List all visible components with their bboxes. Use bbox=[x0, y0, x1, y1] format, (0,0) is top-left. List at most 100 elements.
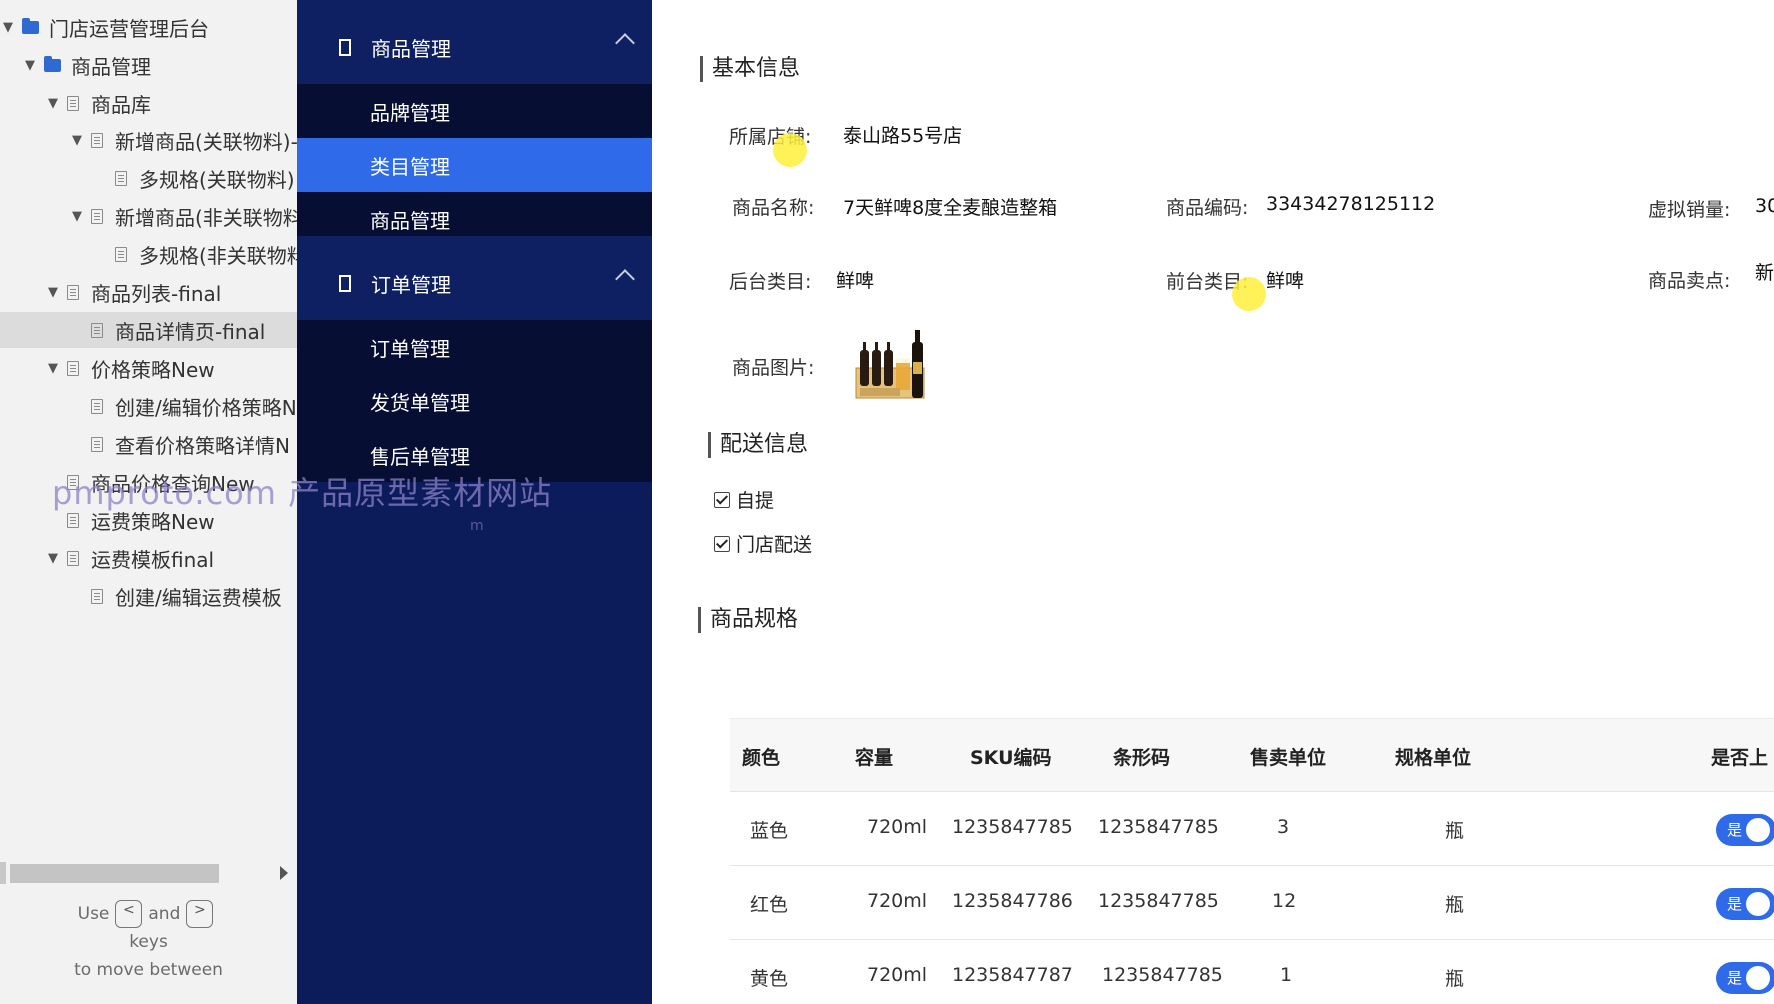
tree-item-goods-library[interactable]: ▼ 商品库 bbox=[0, 85, 297, 121]
tree-item-view-price-strategy[interactable]: 查看价格策略详情N bbox=[0, 426, 297, 462]
side-nav-menu: 商品管理 品牌管理 类目管理 商品管理 订单管理 订单管理 发货单管理 售后单管… bbox=[297, 0, 652, 1004]
tree-item-price-strategy[interactable]: ▼ 价格策略New bbox=[0, 350, 297, 386]
checkbox-checked-icon[interactable] bbox=[714, 535, 730, 552]
nav-item-label: 类目管理 bbox=[370, 154, 450, 179]
tree-item-label: 商品库 bbox=[91, 92, 151, 117]
backend-category-label: 后台类目: bbox=[729, 271, 812, 293]
chevron-up-icon[interactable] bbox=[615, 269, 635, 289]
hint-and: and bbox=[148, 904, 181, 924]
nav-item-aftersale[interactable]: 售后单管理 bbox=[297, 428, 652, 482]
pickup-option[interactable]: 自提 bbox=[714, 486, 774, 513]
page-icon bbox=[67, 284, 79, 300]
cell-sale-unit: 1 bbox=[1280, 964, 1293, 986]
tree-item-label: 多规格(关联物料) bbox=[139, 167, 295, 192]
tree-item-multi-spec-linked[interactable]: 多规格(关联物料) bbox=[0, 160, 297, 196]
on-shelf-toggle[interactable]: 是 bbox=[1716, 962, 1774, 994]
tree-item-goods-detail-final[interactable]: 商品详情页-final bbox=[0, 312, 297, 348]
expand-triangle-icon[interactable]: ▼ bbox=[69, 209, 85, 224]
store-delivery-label: 门店配送 bbox=[736, 534, 813, 556]
nav-item-label: 商品管理 bbox=[370, 208, 450, 233]
nav-item-category[interactable]: 类目管理 bbox=[297, 138, 652, 192]
tree-item-label: 商品详情页-final bbox=[115, 319, 266, 344]
tree-item-label: 商品管理 bbox=[71, 54, 151, 79]
keyboard-hint: Use < and > keys to move between bbox=[0, 900, 297, 984]
horizontal-scrollbar[interactable] bbox=[0, 862, 297, 884]
col-barcode: 条形码 bbox=[1113, 747, 1171, 769]
tree-item-root[interactable]: ▼ 门店运营管理后台 bbox=[0, 9, 297, 45]
nav-group-orders[interactable]: 订单管理 bbox=[297, 236, 652, 330]
expand-triangle-icon[interactable]: ▼ bbox=[45, 96, 61, 111]
cell-color: 蓝色 bbox=[750, 820, 789, 842]
on-shelf-toggle[interactable]: 是 bbox=[1716, 814, 1774, 846]
tree-item-add-goods-linked[interactable]: ▼ 新增商品(关联物料)- bbox=[0, 122, 297, 158]
expand-triangle-icon[interactable]: ▼ bbox=[45, 551, 61, 566]
virtual-sales-label: 虚拟销量: bbox=[1648, 199, 1731, 221]
cell-barcode: 1235847785 bbox=[1098, 890, 1219, 912]
expand-triangle-icon[interactable]: ▼ bbox=[45, 285, 61, 300]
beer-case-image[interactable] bbox=[854, 328, 934, 402]
menu-square-icon bbox=[339, 274, 351, 292]
checkbox-checked-icon[interactable] bbox=[714, 491, 730, 508]
expand-triangle-icon[interactable]: ▼ bbox=[45, 361, 61, 376]
scrollbar-thumb[interactable] bbox=[10, 864, 219, 883]
page-icon bbox=[67, 95, 79, 111]
tree-item-add-goods-unlinked[interactable]: ▼ 新增商品(非关联物料 bbox=[0, 198, 297, 234]
page-icon bbox=[91, 322, 103, 338]
nav-item-brand[interactable]: 品牌管理 bbox=[297, 84, 652, 138]
tree-item-goods-mgmt[interactable]: ▼ 商品管理 bbox=[0, 47, 297, 83]
nav-item-shipments[interactable]: 发货单管理 bbox=[297, 374, 652, 428]
cell-capacity: 720ml bbox=[867, 890, 928, 912]
col-capacity: 容量 bbox=[855, 747, 894, 769]
expand-triangle-icon[interactable]: ▼ bbox=[69, 133, 85, 148]
cell-sale-unit: 3 bbox=[1277, 816, 1290, 838]
store-delivery-option[interactable]: 门店配送 bbox=[714, 530, 812, 557]
tree-item-label: 运费策略New bbox=[91, 509, 215, 534]
tree-item-label: 价格策略New bbox=[91, 357, 215, 382]
tree-item-edit-shipping-template[interactable]: 创建/编辑运费模板 bbox=[0, 578, 297, 614]
col-color: 颜色 bbox=[742, 747, 781, 769]
tree-item-label: 创建/编辑运费模板 bbox=[115, 585, 282, 610]
section-title-spec: 商品规格 bbox=[698, 607, 798, 633]
table-row: 黄色 720ml 1235847787 1235847785 1 瓶 是 bbox=[730, 940, 1774, 1004]
cell-spec-unit: 瓶 bbox=[1445, 820, 1465, 842]
table-row: 红色 720ml 1235847786 1235847785 12 瓶 是 bbox=[730, 866, 1774, 940]
nav-group-goods[interactable]: 商品管理 bbox=[297, 0, 652, 94]
section-title-delivery: 配送信息 bbox=[708, 432, 808, 458]
tree-item-multi-spec-unlinked[interactable]: 多规格(非关联物料 bbox=[0, 236, 297, 272]
page-icon bbox=[67, 550, 79, 566]
section-title-basic: 基本信息 bbox=[700, 56, 800, 82]
chevron-up-icon[interactable] bbox=[615, 33, 635, 53]
goods-image-label: 商品图片: bbox=[732, 357, 815, 379]
tree-item-label: 门店运营管理后台 bbox=[49, 16, 209, 41]
tree-item-shipping-strategy[interactable]: 运费策略New bbox=[0, 502, 297, 538]
table-row: 蓝色 720ml 1235847785 1235847785 3 瓶 是 bbox=[730, 792, 1774, 866]
expand-triangle-icon[interactable]: ▼ bbox=[22, 58, 38, 73]
expand-triangle-icon[interactable]: ▼ bbox=[0, 20, 16, 35]
goods-code-label: 商品编码: bbox=[1166, 197, 1249, 219]
cell-sku: 1235847787 bbox=[952, 964, 1073, 986]
tree-item-label: 查看价格策略详情N bbox=[115, 433, 290, 458]
tree-item-label: 新增商品(关联物料)- bbox=[115, 129, 297, 154]
scroll-right-arrow-icon[interactable] bbox=[280, 866, 288, 880]
scrollbar-left-edge bbox=[0, 862, 6, 884]
folder-icon bbox=[22, 17, 39, 34]
on-shelf-toggle[interactable]: 是 bbox=[1716, 888, 1774, 920]
tree-item-price-query[interactable]: 商品价格查询New bbox=[0, 464, 297, 500]
hint-keys: keys bbox=[129, 932, 168, 952]
goods-detail-panel: 基本信息 所属店铺: 泰山路55号店 商品名称: 7天鲜啤8度全麦酿造整箱 商品… bbox=[652, 0, 1774, 1004]
cell-color: 红色 bbox=[750, 894, 789, 916]
page-icon bbox=[67, 512, 79, 528]
nav-item-label: 品牌管理 bbox=[370, 100, 450, 125]
page-icon bbox=[91, 436, 103, 452]
nav-item-orders[interactable]: 订单管理 bbox=[297, 320, 652, 374]
selling-point-value: 新 bbox=[1755, 262, 1774, 284]
tree-item-goods-list-final[interactable]: ▼ 商品列表-final bbox=[0, 274, 297, 310]
tree-item-shipping-template[interactable]: ▼ 运费模板final bbox=[0, 540, 297, 576]
nav-group-label: 订单管理 bbox=[371, 272, 451, 297]
page-icon bbox=[91, 588, 103, 604]
cell-spec-unit: 瓶 bbox=[1445, 968, 1465, 990]
tree-item-label: 多规格(非关联物料 bbox=[139, 243, 297, 268]
tree-item-edit-price-strategy[interactable]: 创建/编辑价格策略N bbox=[0, 388, 297, 424]
nav-group-label: 商品管理 bbox=[371, 36, 451, 61]
hint-use: Use bbox=[77, 904, 110, 924]
